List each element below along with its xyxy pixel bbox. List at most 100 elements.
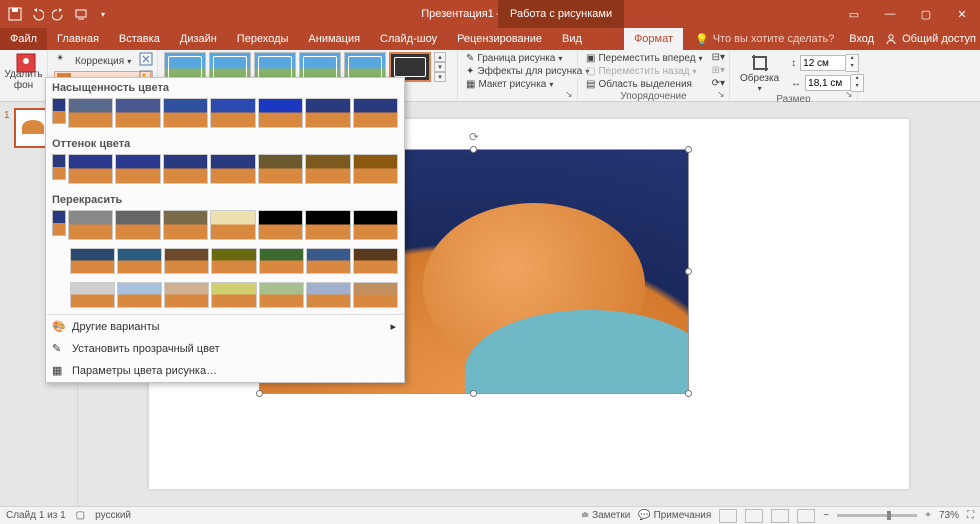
zoom-in-button[interactable]: + [925, 510, 931, 521]
tab-design[interactable]: Дизайн [170, 28, 227, 50]
height-field[interactable] [800, 55, 846, 71]
more-variations-item[interactable]: 🎨 Другие варианты ▸ [46, 315, 404, 338]
rotate-handle[interactable]: ⟳ [469, 130, 479, 144]
tone-row-swatch-3[interactable] [210, 154, 255, 184]
rec3-row-swatch-6[interactable] [353, 282, 398, 308]
rec2-row-swatch-3[interactable] [211, 248, 256, 274]
group-icon[interactable]: ⊞▾ [712, 65, 725, 76]
tone-row-swatch-4[interactable] [258, 154, 303, 184]
rec3-row-swatch-4[interactable] [259, 282, 304, 308]
rec3-row-swatch-0[interactable] [70, 282, 115, 308]
close-button[interactable]: ✕ [944, 0, 980, 28]
tone-row-swatch-0[interactable] [68, 154, 113, 184]
sat-row-swatch-3[interactable] [210, 98, 255, 128]
tone-row-swatch-5[interactable] [305, 154, 350, 184]
rec1-row-swatch-3[interactable] [210, 210, 255, 240]
spellcheck-icon[interactable]: ▢ [76, 510, 85, 521]
rec2-row-swatch-6[interactable] [353, 248, 398, 274]
comments-button[interactable]: 💬 Примечания [638, 510, 711, 521]
picture-effects-button[interactable]: ✦Эффекты для рисунка▾ [464, 65, 571, 78]
tab-insert[interactable]: Вставка [109, 28, 170, 50]
tab-slideshow[interactable]: Слайд-шоу [370, 28, 447, 50]
rec3-row-swatch-5[interactable] [306, 282, 351, 308]
sat-row-swatch-1[interactable] [115, 98, 160, 128]
rec2-row-swatch-1[interactable] [117, 248, 162, 274]
picture-color-options-item[interactable]: ▦ Параметры цвета рисунка… [46, 360, 404, 382]
slide-sorter-view-button[interactable] [745, 509, 763, 523]
rec1-row-swatch-2[interactable] [163, 210, 208, 240]
tell-me-search[interactable]: 💡 Что вы хотите сделать? [695, 28, 834, 50]
height-up[interactable]: ▴ [846, 55, 858, 63]
tone-row-swatch-1[interactable] [115, 154, 160, 184]
zoom-out-button[interactable]: − [823, 510, 829, 521]
resize-handle-bl[interactable] [256, 390, 263, 397]
notes-button[interactable]: ≐ Заметки [581, 510, 630, 521]
sat-row-swatch-0[interactable] [68, 98, 113, 128]
zoom-slider[interactable] [837, 514, 917, 517]
signin-link[interactable]: Вход [849, 33, 874, 45]
send-backward-button[interactable]: ▢Переместить назад▾ [584, 65, 723, 78]
minimize-button[interactable]: — [872, 0, 908, 28]
rec1-row-swatch-0[interactable] [68, 210, 113, 240]
styles-scroll-up[interactable]: ▴ [434, 52, 446, 62]
redo-icon[interactable] [50, 5, 68, 23]
start-from-beginning-icon[interactable] [72, 5, 90, 23]
resize-handle-tr[interactable] [685, 146, 692, 153]
width-up[interactable]: ▴ [851, 75, 863, 83]
ribbon-display-options-icon[interactable]: ▭ [836, 0, 872, 28]
styles-dialog-launcher[interactable]: ↘ [565, 89, 575, 99]
picture-layout-button[interactable]: ▦Макет рисунка▾ [464, 78, 571, 91]
slideshow-view-button[interactable] [797, 509, 815, 523]
rotate-icon[interactable]: ⟳▾ [712, 78, 725, 89]
height-input[interactable]: ▴▾ [800, 54, 859, 72]
remove-background-button[interactable]: Удалить фон [6, 52, 41, 92]
tab-transitions[interactable]: Переходы [227, 28, 299, 50]
sat-row-swatch-5[interactable] [305, 98, 350, 128]
rec1-row-swatch-4[interactable] [258, 210, 303, 240]
rec1-row-swatch-6[interactable] [353, 210, 398, 240]
resize-handle-r[interactable] [685, 268, 692, 275]
resize-handle-b[interactable] [470, 390, 477, 397]
set-transparent-color-item[interactable]: ✎ Установить прозрачный цвет [46, 338, 404, 360]
fit-to-window-button[interactable]: ⛶ [967, 510, 974, 521]
height-down[interactable]: ▾ [846, 63, 858, 71]
save-icon[interactable] [6, 5, 24, 23]
rec2-row-swatch-2[interactable] [164, 248, 209, 274]
rec2-row-swatch-5[interactable] [306, 248, 351, 274]
tab-view[interactable]: Вид [552, 28, 592, 50]
undo-icon[interactable] [28, 5, 46, 23]
zoom-level[interactable]: 73% [939, 510, 959, 521]
reading-view-button[interactable] [771, 509, 789, 523]
share-button[interactable]: Общий доступ [884, 32, 976, 46]
arrange-dialog-launcher[interactable]: ↘ [717, 89, 727, 99]
size-dialog-launcher[interactable]: ↘ [845, 89, 855, 99]
tone-row-swatch-6[interactable] [353, 154, 398, 184]
tab-review[interactable]: Рецензирование [447, 28, 552, 50]
width-input[interactable]: ▴▾ [805, 74, 864, 92]
file-tab[interactable]: Файл [0, 28, 47, 50]
rec3-row-swatch-1[interactable] [117, 282, 162, 308]
tab-home[interactable]: Главная [47, 28, 109, 50]
resize-handle-br[interactable] [685, 390, 692, 397]
sat-row-swatch-6[interactable] [353, 98, 398, 128]
tab-format[interactable]: Формат [624, 28, 683, 50]
selection-pane-button[interactable]: ▤Область выделения [584, 78, 723, 91]
maximize-button[interactable]: ▢ [908, 0, 944, 28]
styles-more[interactable]: ▾ [434, 72, 446, 82]
rec2-row-swatch-4[interactable] [259, 248, 304, 274]
rec3-row-swatch-3[interactable] [211, 282, 256, 308]
language-indicator[interactable]: русский [95, 510, 131, 521]
styles-scroll-down[interactable]: ▾ [434, 62, 446, 72]
qat-customize-icon[interactable]: ▾ [94, 5, 112, 23]
crop-button[interactable]: Обрезка ▾ [736, 52, 783, 94]
zoom-slider-knob[interactable] [887, 511, 891, 520]
sat-row-swatch-2[interactable] [163, 98, 208, 128]
bring-forward-button[interactable]: ▣Переместить вперед▾ [584, 52, 723, 65]
rec1-row-swatch-1[interactable] [115, 210, 160, 240]
picture-border-button[interactable]: ✎Граница рисунка▾ [464, 52, 571, 65]
rec3-row-swatch-2[interactable] [164, 282, 209, 308]
rec1-row-swatch-5[interactable] [305, 210, 350, 240]
sat-row-swatch-4[interactable] [258, 98, 303, 128]
rec2-row-swatch-0[interactable] [70, 248, 115, 274]
corrections-button[interactable]: ✴ Коррекция▾ [54, 52, 151, 70]
